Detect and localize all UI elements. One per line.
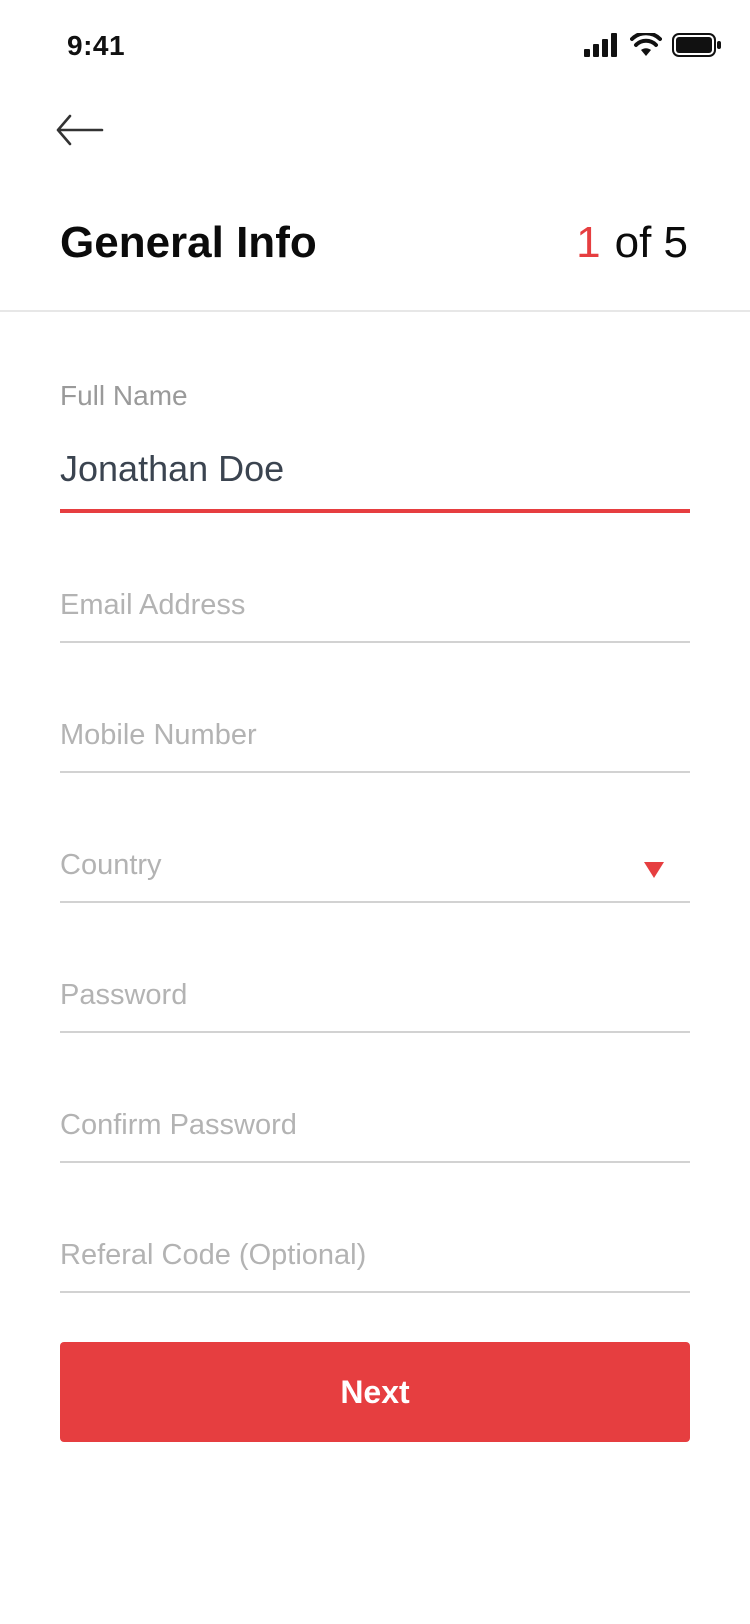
header-divider [0,310,750,312]
password-underline [60,1031,690,1033]
referal-code-underline [60,1291,690,1293]
next-button[interactable]: Next [60,1342,690,1442]
email-field[interactable]: Email Address [60,589,245,622]
status-icons [584,31,722,63]
step-indicator: 1 of 5 [576,218,688,268]
confirm-password-field[interactable]: Confirm Password [60,1109,297,1142]
mobile-underline [60,771,690,773]
country-underline [60,901,690,903]
arrow-left-icon [54,113,104,152]
step-total: of 5 [614,218,688,267]
triangle-down-icon[interactable] [644,862,664,878]
confirm-password-underline [60,1161,690,1163]
wifi-icon [630,31,662,62]
mobile-number-field[interactable]: Mobile Number [60,719,257,752]
back-button[interactable] [54,108,110,156]
signal-icon [584,33,620,62]
page-title: General Info [60,218,317,267]
step-current: 1 [576,218,601,267]
password-field[interactable]: Password [60,979,187,1012]
full-name-input[interactable]: Jonathan Doe [60,448,284,490]
email-underline [60,641,690,643]
battery-icon [672,32,722,63]
referal-code-field[interactable]: Referal Code (Optional) [60,1239,366,1272]
full-name-label: Full Name [60,380,188,411]
status-time: 9:41 [67,30,126,61]
full-name-underline [60,509,690,513]
country-select[interactable]: Country [60,849,162,882]
